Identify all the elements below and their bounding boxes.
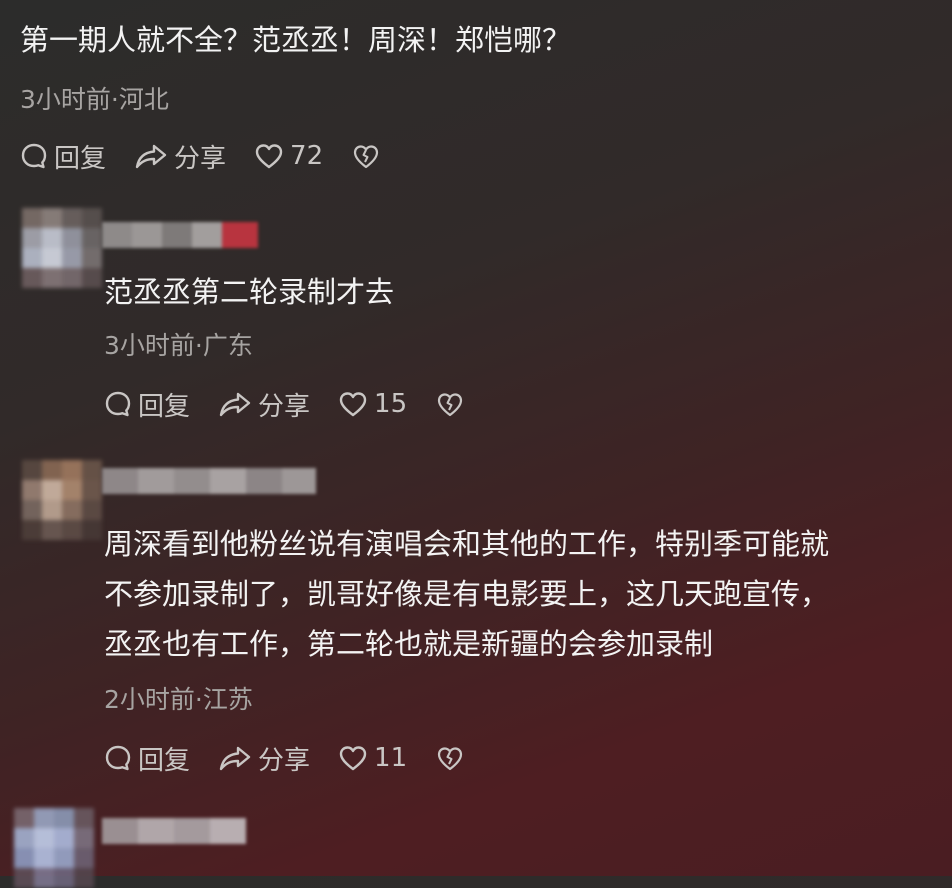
heart-icon (255, 144, 283, 169)
reply-label: 回复 (54, 143, 107, 174)
like-count: 11 (374, 743, 408, 773)
comment-meta: 3小时前·广东 (104, 331, 253, 360)
share-arrow-icon (219, 392, 251, 417)
reply-bubble-icon (21, 143, 47, 169)
share-button[interactable]: 分享 (134, 138, 226, 175)
reply-bubble-icon (105, 745, 131, 771)
comment-actions: 回复 分享 72 (20, 136, 415, 176)
share-arrow-icon (219, 746, 251, 771)
share-label: 分享 (258, 745, 311, 776)
username-redacted[interactable] (102, 468, 316, 494)
reply-label: 回复 (138, 391, 191, 422)
comment-actions: 回复 分享 15 (104, 384, 499, 424)
dislike-button[interactable] (351, 142, 387, 170)
heart-icon (339, 746, 367, 771)
comment-text-line-2: 不参加录制了，凯哥好像是有电影要上，这几天跑宣传， (104, 577, 830, 611)
comment-actions: 回复 分享 11 (104, 738, 499, 778)
reply-label: 回复 (138, 745, 191, 776)
comment-text: 范丞丞第二轮录制才去 (104, 275, 395, 309)
avatar[interactable] (22, 208, 102, 288)
comment-text-line-1: 周深看到他粉丝说有演唱会和其他的工作，特别季可能就 (104, 527, 830, 561)
like-button[interactable]: 11 (338, 743, 407, 773)
like-button[interactable]: 72 (254, 141, 323, 171)
share-arrow-icon (135, 144, 167, 169)
comment-meta: 3小时前·河北 (20, 85, 169, 114)
broken-heart-icon (438, 747, 463, 771)
comment-text-line-3: 丞丞也有工作，第二轮也就是新疆的会参加录制 (104, 627, 714, 661)
dislike-button[interactable] (435, 744, 471, 772)
like-button[interactable]: 15 (338, 389, 407, 419)
broken-heart-icon (354, 145, 379, 169)
reply-button[interactable]: 回复 (20, 138, 106, 175)
like-count: 72 (290, 141, 324, 171)
heart-icon (339, 392, 367, 417)
avatar[interactable] (14, 808, 94, 888)
username-redacted[interactable] (102, 818, 246, 844)
avatar[interactable] (22, 460, 102, 540)
dislike-button[interactable] (435, 390, 471, 418)
like-count: 15 (374, 389, 408, 419)
share-label: 分享 (258, 391, 311, 422)
username-redacted[interactable] (102, 222, 258, 248)
reply-button[interactable]: 回复 (104, 740, 190, 777)
broken-heart-icon (438, 393, 463, 417)
share-button[interactable]: 分享 (218, 386, 310, 423)
share-button[interactable]: 分享 (218, 740, 310, 777)
reply-bubble-icon (105, 391, 131, 417)
comment-meta: 2小时前·江苏 (104, 685, 253, 714)
comment-text: 第一期人就不全？范丞丞！周深！郑恺哪？ (20, 23, 572, 57)
reply-button[interactable]: 回复 (104, 386, 190, 423)
share-label: 分享 (174, 143, 227, 174)
